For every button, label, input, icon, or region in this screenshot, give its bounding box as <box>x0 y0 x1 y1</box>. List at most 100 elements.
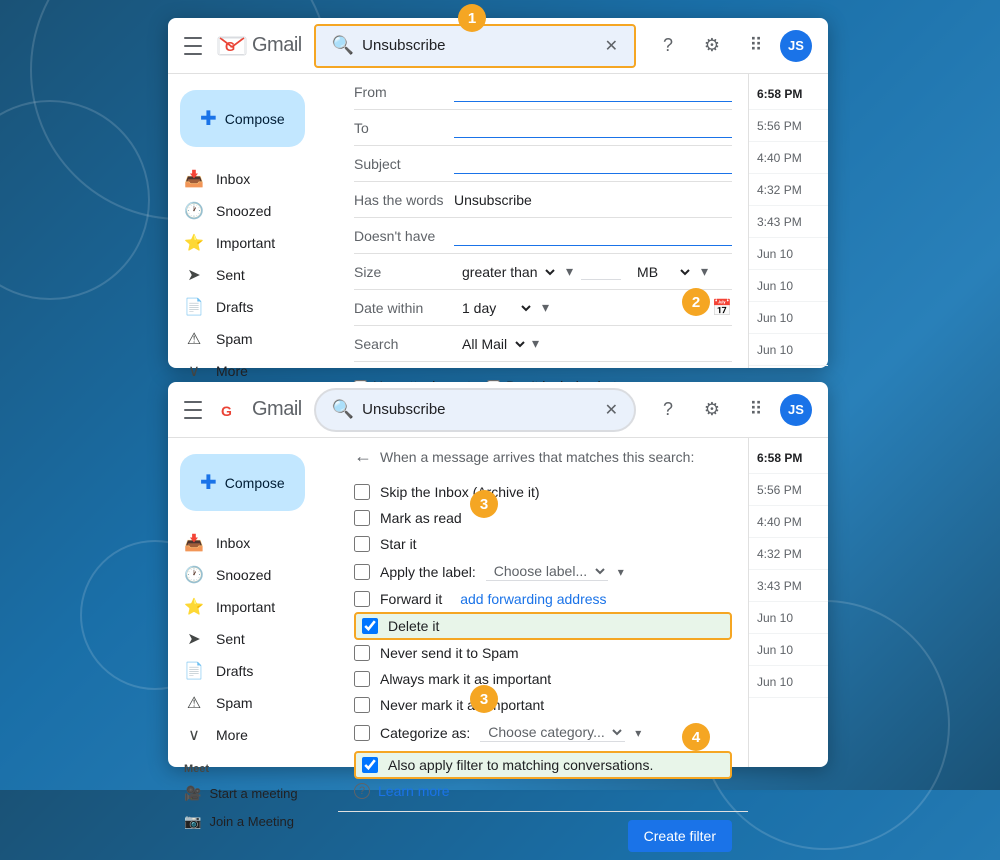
compose-plus-icon: ✚ <box>200 106 217 131</box>
hamburger-menu-2[interactable] <box>184 398 208 422</box>
search-input-panel1[interactable] <box>362 37 604 54</box>
checkbox-never-important[interactable] <box>354 697 370 713</box>
filter-from-input[interactable] <box>454 81 732 102</box>
apps-icon[interactable]: ⠿ <box>736 26 776 66</box>
back-arrow-icon[interactable]: ← <box>354 446 372 467</box>
calendar-icon[interactable]: 📅 <box>712 298 732 318</box>
step-badge-1: 1 <box>458 4 486 32</box>
option-mark-read-label: Mark as read <box>380 510 462 526</box>
join-meeting-icon-panel2: 📷 <box>184 813 201 830</box>
compose-button-panel2[interactable]: ✚ Compose <box>180 454 305 511</box>
compose-button-panel1[interactable]: ✚ Compose <box>180 90 305 147</box>
add-forwarding-link[interactable]: add forwarding address <box>460 591 606 607</box>
avatar-panel1[interactable]: JS <box>780 30 812 62</box>
filter-to-input[interactable] <box>454 117 732 138</box>
filter-to-row: To <box>354 110 732 146</box>
clear-search-icon[interactable]: ✕ <box>605 36 618 56</box>
start-meeting-panel2[interactable]: 🎥 Start a meeting <box>184 779 338 807</box>
filter-search-controls: All Mail Inbox ▾ <box>454 333 732 355</box>
checkbox-skip-inbox[interactable] <box>354 484 370 500</box>
gmail-text-2: Gmail <box>252 398 302 421</box>
nav-inbox-panel2[interactable]: 📥 Inbox <box>168 527 330 559</box>
checkbox-apply-label[interactable] <box>354 564 370 580</box>
svg-text:G: G <box>221 403 232 419</box>
checkbox-also-apply[interactable] <box>362 757 378 773</box>
email-time-4: 4:32 PM <box>749 174 828 206</box>
search-bar-panel2[interactable]: 🔍 ✕ <box>314 388 636 432</box>
avatar-panel2[interactable]: JS <box>780 394 812 426</box>
nav-drafts-panel1[interactable]: 📄 Drafts <box>168 291 330 323</box>
checkbox-star-it[interactable] <box>354 536 370 552</box>
label-select[interactable]: Choose label... <box>486 562 608 581</box>
gmail-logo-2: G Gmail <box>216 394 302 426</box>
option-never-important: Never mark it as important <box>354 692 732 718</box>
nav-important-panel2[interactable]: ⭐ Important <box>168 591 330 623</box>
filter-subject-row: Subject <box>354 146 732 182</box>
nav-spam-panel2[interactable]: ⚠ Spam <box>168 687 330 719</box>
nav-drafts-panel2[interactable]: 📄 Drafts <box>168 655 330 687</box>
checkbox-mark-read[interactable] <box>354 510 370 526</box>
email-time-p2-2: 5:56 PM <box>749 474 828 506</box>
apps-icon-2[interactable]: ⠿ <box>736 390 776 430</box>
checkbox-categorize[interactable] <box>354 725 370 741</box>
nav-snoozed-label-panel1: Snoozed <box>216 203 271 219</box>
drafts-icon-panel2: 📄 <box>184 661 204 681</box>
settings-icon[interactable]: ⚙ <box>692 26 732 66</box>
checkbox-delete-it[interactable] <box>362 618 378 634</box>
add-forwarding-anchor[interactable]: add forwarding address <box>460 591 606 607</box>
filter-size-row: Size greater than less than ▾ MB KB Byte… <box>354 254 732 290</box>
email-list-panel1: 6:58 PM 5:56 PM 4:40 PM 4:32 PM 3:43 PM … <box>748 74 828 368</box>
filter-search-label: Search <box>354 336 454 352</box>
search-icon-panel1: 🔍 <box>332 35 354 56</box>
nav-spam-label-panel1: Spam <box>216 331 253 347</box>
checkbox-always-important[interactable] <box>354 671 370 687</box>
email-time-p2-3: 4:40 PM <box>749 506 828 538</box>
filter-size-select[interactable]: greater than less than <box>454 261 558 283</box>
join-meeting-label-panel2: Join a Meeting <box>209 814 294 829</box>
compose-label-panel1: Compose <box>225 111 285 127</box>
email-time-8: Jun 10 <box>749 302 828 334</box>
start-meeting-icon-panel2: 🎥 <box>184 785 201 802</box>
help-icon-2[interactable]: ? <box>648 390 688 430</box>
hamburger-menu[interactable] <box>184 34 208 58</box>
email-time-2: 5:56 PM <box>749 110 828 142</box>
filter-size-unit-arrow: ▾ <box>701 263 708 280</box>
filter-search-select[interactable]: All Mail Inbox <box>454 333 528 355</box>
nav-important-panel1[interactable]: ⭐ Important <box>168 227 330 259</box>
panel1-header: G Gmail 🔍 ✕ ? ⚙ ⠿ JS <box>168 18 828 74</box>
filter-options-panel: ← When a message arrives that matches th… <box>338 438 748 767</box>
option-never-spam-label: Never send it to Spam <box>380 645 519 661</box>
category-select[interactable]: Choose category... <box>480 723 625 742</box>
email-time-1: 6:58 PM <box>749 78 828 110</box>
spam-icon-panel1: ⚠ <box>184 329 204 349</box>
header-icons-panel1: ? ⚙ ⠿ JS <box>648 26 812 66</box>
step-badge-3-top: 3 <box>470 490 498 518</box>
nav-snoozed-panel2[interactable]: 🕐 Snoozed <box>168 559 330 591</box>
option-apply-label-text: Apply the label: <box>380 564 476 580</box>
filter-doesnt-input[interactable] <box>454 225 732 246</box>
sent-icon-panel1: ➤ <box>184 265 204 285</box>
nav-spam-panel1[interactable]: ⚠ Spam <box>168 323 330 355</box>
nav-snoozed-panel1[interactable]: 🕐 Snoozed <box>168 195 330 227</box>
search-input-panel2[interactable] <box>362 401 604 418</box>
nav-more-panel2[interactable]: ∨ More <box>168 719 330 751</box>
learn-more-link[interactable]: Learn more <box>378 783 450 799</box>
join-meeting-panel2[interactable]: 📷 Join a Meeting <box>184 807 338 835</box>
nav-inbox-panel1[interactable]: 📥 Inbox <box>168 163 330 195</box>
clear-search-icon-2[interactable]: ✕ <box>605 400 618 420</box>
checkbox-forward-it[interactable] <box>354 591 370 607</box>
create-filter-button-panel2[interactable]: Create filter <box>628 820 732 852</box>
email-time-3: 4:40 PM <box>749 142 828 174</box>
filter-subject-input[interactable] <box>454 153 732 174</box>
nav-sent-panel2[interactable]: ➤ Sent <box>168 623 330 655</box>
drafts-icon-panel1: 📄 <box>184 297 204 317</box>
nav-sent-panel1[interactable]: ➤ Sent <box>168 259 330 291</box>
gmail-logo: G Gmail <box>216 30 302 62</box>
filter-size-unit[interactable]: MB KB Bytes <box>629 261 693 283</box>
filter-date-select[interactable]: 1 day 3 days 1 week 2 weeks 1 month <box>454 297 534 319</box>
settings-icon-2[interactable]: ⚙ <box>692 390 732 430</box>
checkbox-never-spam[interactable] <box>354 645 370 661</box>
help-icon[interactable]: ? <box>648 26 688 66</box>
filter-size-value[interactable] <box>581 263 621 280</box>
label-select-arrow: ▾ <box>618 565 624 579</box>
